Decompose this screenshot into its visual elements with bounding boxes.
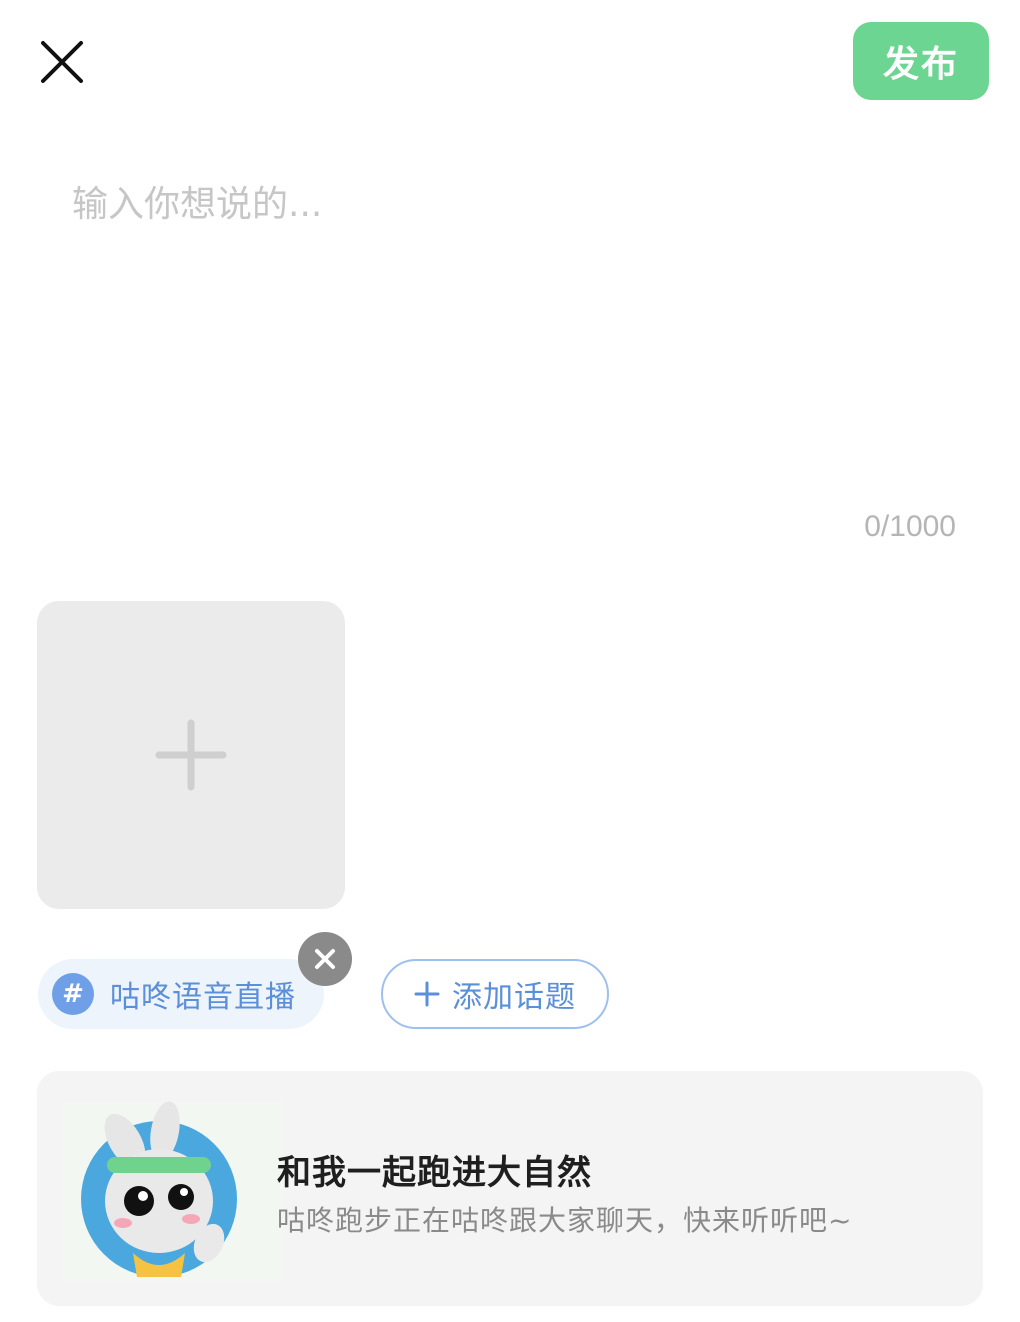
- add-image-button[interactable]: [37, 601, 345, 909]
- char-counter: 0/1000: [864, 510, 956, 543]
- add-topic-label: 添加话题: [452, 980, 576, 1015]
- close-icon: [315, 949, 335, 969]
- close-icon: [41, 41, 83, 83]
- remove-topic-button[interactable]: [298, 932, 352, 986]
- post-editor-page: 发布 0/1000 # 咕咚语音直播 添加话题: [0, 0, 1020, 1322]
- live-room-card[interactable]: 和我一起跑进大自然 咕咚跑步正在咕咚跟大家聊天，快来听听吧~: [37, 1071, 983, 1306]
- hashtag-icon: #: [52, 973, 94, 1015]
- close-button[interactable]: [36, 36, 88, 88]
- live-card-title: 和我一起跑进大自然: [277, 1153, 592, 1193]
- topic-label: 咕咚语音直播: [110, 980, 296, 1015]
- selected-topic-chip[interactable]: # 咕咚语音直播: [38, 959, 324, 1029]
- plus-icon: [414, 981, 440, 1007]
- live-card-subtitle: 咕咚跑步正在咕咚跟大家聊天，快来听听吧~: [277, 1204, 853, 1237]
- post-text-input[interactable]: [72, 175, 952, 485]
- plus-icon: [155, 719, 227, 791]
- add-topic-button[interactable]: 添加话题: [381, 959, 609, 1029]
- bunny-mascot-avatar: [63, 1101, 283, 1281]
- publish-button[interactable]: 发布: [853, 22, 989, 100]
